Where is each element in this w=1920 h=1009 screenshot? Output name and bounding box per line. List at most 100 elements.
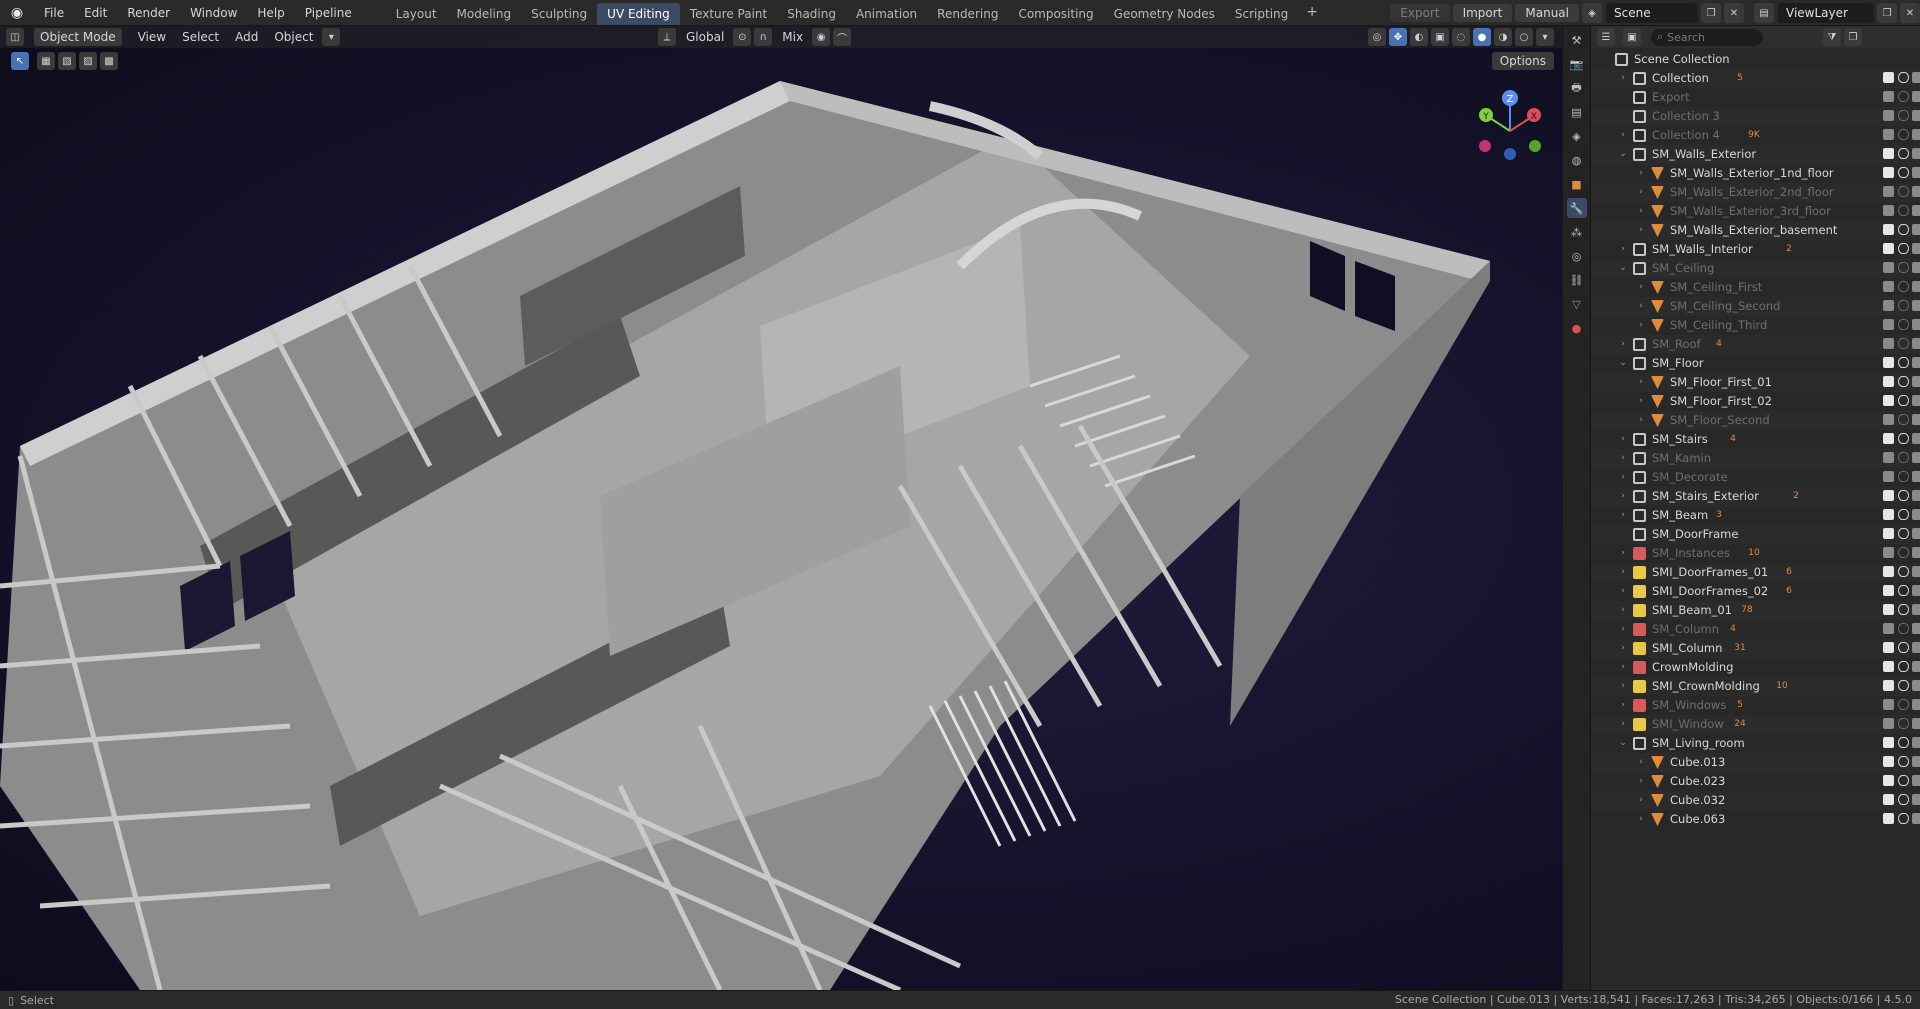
- outliner-row[interactable]: › SM_Ceiling_Third: [1591, 316, 1920, 335]
- outliner-row[interactable]: › SMI_DoorFrames_02 6: [1591, 582, 1920, 601]
- expand-arrow-icon[interactable]: ›: [1617, 563, 1629, 582]
- visibility-eye-icon[interactable]: [1898, 661, 1909, 672]
- outliner-row[interactable]: › SM_Ceiling_Second: [1591, 297, 1920, 316]
- outliner-row[interactable]: › SMI_Window 24: [1591, 715, 1920, 734]
- expand-arrow-icon[interactable]: ⌄: [1617, 259, 1629, 278]
- object-props-icon[interactable]: ■: [1567, 174, 1587, 194]
- visibility-eye-icon[interactable]: [1898, 357, 1909, 368]
- select-box-extend-icon[interactable]: ▧: [58, 52, 76, 70]
- tab-scripting[interactable]: Scripting: [1225, 3, 1298, 25]
- tab-rendering[interactable]: Rendering: [927, 3, 1008, 25]
- visibility-eye-icon[interactable]: [1898, 338, 1909, 349]
- exclude-checkbox[interactable]: [1883, 338, 1894, 349]
- visibility-eye-icon[interactable]: [1898, 72, 1909, 83]
- visibility-eye-icon[interactable]: [1898, 775, 1909, 786]
- import-button[interactable]: Import: [1452, 4, 1513, 22]
- visibility-eye-icon[interactable]: [1898, 376, 1909, 387]
- delete-view-layer-icon[interactable]: ✕: [1900, 3, 1920, 23]
- render-camera-icon[interactable]: [1912, 566, 1920, 577]
- expand-arrow-icon[interactable]: ›: [1617, 639, 1629, 658]
- render-camera-icon[interactable]: [1912, 737, 1920, 748]
- exclude-checkbox[interactable]: [1883, 509, 1894, 520]
- exclude-checkbox[interactable]: [1883, 91, 1894, 102]
- tab-geometry-nodes[interactable]: Geometry Nodes: [1104, 3, 1225, 25]
- outliner-editor-icon[interactable]: ☰: [1597, 28, 1615, 46]
- visibility-eye-icon[interactable]: [1898, 718, 1909, 729]
- exclude-checkbox[interactable]: [1883, 224, 1894, 235]
- outliner-row[interactable]: › Cube.023: [1591, 772, 1920, 791]
- visibility-eye-icon[interactable]: [1898, 737, 1909, 748]
- tab-texture-paint[interactable]: Texture Paint: [680, 3, 777, 25]
- view-layer-selector[interactable]: ViewLayer: [1778, 3, 1874, 23]
- exclude-checkbox[interactable]: [1883, 433, 1894, 444]
- scene-selector[interactable]: Scene: [1606, 3, 1698, 23]
- expand-arrow-icon[interactable]: ›: [1635, 753, 1647, 772]
- render-camera-icon[interactable]: [1912, 110, 1920, 121]
- visibility-eye-icon[interactable]: [1898, 205, 1909, 216]
- menu-add[interactable]: Add: [229, 28, 264, 46]
- display-mode-icon[interactable]: ▣: [1623, 28, 1641, 46]
- render-camera-icon[interactable]: [1912, 72, 1920, 83]
- visibility-eye-icon[interactable]: [1898, 281, 1909, 292]
- menu-window[interactable]: Window: [180, 1, 247, 25]
- select-box-new-icon[interactable]: ▦: [37, 52, 55, 70]
- menu-help[interactable]: Help: [247, 1, 294, 25]
- render-camera-icon[interactable]: [1912, 585, 1920, 596]
- outliner-row[interactable]: › SM_Ceiling_First: [1591, 278, 1920, 297]
- render-camera-icon[interactable]: [1912, 509, 1920, 520]
- tab-uv-editing[interactable]: UV Editing: [597, 2, 680, 25]
- render-camera-icon[interactable]: [1912, 528, 1920, 539]
- visibility-eye-icon[interactable]: [1898, 452, 1909, 463]
- render-camera-icon[interactable]: [1912, 167, 1920, 178]
- visibility-eye-icon[interactable]: [1898, 186, 1909, 197]
- exclude-checkbox[interactable]: [1883, 680, 1894, 691]
- view-layer-icon[interactable]: ▤: [1754, 3, 1774, 23]
- pivot-icon[interactable]: ⊙: [733, 28, 752, 46]
- tab-layout[interactable]: Layout: [386, 3, 447, 25]
- exclude-checkbox[interactable]: [1883, 300, 1894, 311]
- outliner-row[interactable]: › SM_Walls_Exterior_1nd_floor: [1591, 164, 1920, 183]
- expand-arrow-icon[interactable]: ›: [1617, 506, 1629, 525]
- exclude-checkbox[interactable]: [1883, 167, 1894, 178]
- outliner-row[interactable]: ⌄ SM_Living_room: [1591, 734, 1920, 753]
- outliner-row[interactable]: › SM_Walls_Exterior_3rd_floor: [1591, 202, 1920, 221]
- object-dropdown-icon[interactable]: ▾: [322, 28, 341, 46]
- outliner-row[interactable]: › CrownMolding: [1591, 658, 1920, 677]
- expand-arrow-icon[interactable]: ›: [1635, 411, 1647, 430]
- tab-animation[interactable]: Animation: [846, 3, 927, 25]
- gizmo-neg-z[interactable]: [1504, 148, 1516, 160]
- expand-arrow-icon[interactable]: ›: [1635, 392, 1647, 411]
- outliner-row[interactable]: Export: [1591, 88, 1920, 107]
- menu-pipeline[interactable]: Pipeline: [295, 1, 362, 25]
- options-button[interactable]: Options: [1491, 52, 1554, 70]
- render-camera-icon[interactable]: [1912, 376, 1920, 387]
- outliner-row[interactable]: › SM_Walls_Interior 2: [1591, 240, 1920, 259]
- xray-icon[interactable]: ▣: [1431, 28, 1449, 46]
- exclude-checkbox[interactable]: [1883, 72, 1894, 83]
- exclude-checkbox[interactable]: [1883, 775, 1894, 786]
- tab-sculpting[interactable]: Sculpting: [521, 3, 597, 25]
- editor-type-icon[interactable]: ◫: [6, 28, 24, 46]
- outliner-row[interactable]: SM_DoorFrame: [1591, 525, 1920, 544]
- exclude-checkbox[interactable]: [1883, 319, 1894, 330]
- new-view-layer-icon[interactable]: ❐: [1877, 3, 1897, 23]
- visibility-eye-icon[interactable]: [1898, 585, 1909, 596]
- menu-view[interactable]: View: [132, 28, 172, 46]
- expand-arrow-icon[interactable]: ⌄: [1617, 145, 1629, 164]
- expand-arrow-icon[interactable]: ›: [1617, 335, 1629, 354]
- outliner-row[interactable]: › Cube.032: [1591, 791, 1920, 810]
- menu-object[interactable]: Object: [268, 28, 319, 46]
- render-camera-icon[interactable]: [1912, 338, 1920, 349]
- visibility-eye-icon[interactable]: [1898, 490, 1909, 501]
- menu-render[interactable]: Render: [117, 1, 180, 25]
- render-camera-icon[interactable]: [1912, 699, 1920, 710]
- visibility-eye-icon[interactable]: [1898, 319, 1909, 330]
- exclude-checkbox[interactable]: [1883, 471, 1894, 482]
- exclude-checkbox[interactable]: [1883, 661, 1894, 672]
- blender-logo-icon[interactable]: ◉: [6, 2, 28, 24]
- expand-arrow-icon[interactable]: ›: [1635, 278, 1647, 297]
- expand-arrow-icon[interactable]: ›: [1635, 791, 1647, 810]
- expand-arrow-icon[interactable]: ›: [1635, 810, 1647, 829]
- outliner-row[interactable]: › SM_Floor_First_02: [1591, 392, 1920, 411]
- render-camera-icon[interactable]: [1912, 205, 1920, 216]
